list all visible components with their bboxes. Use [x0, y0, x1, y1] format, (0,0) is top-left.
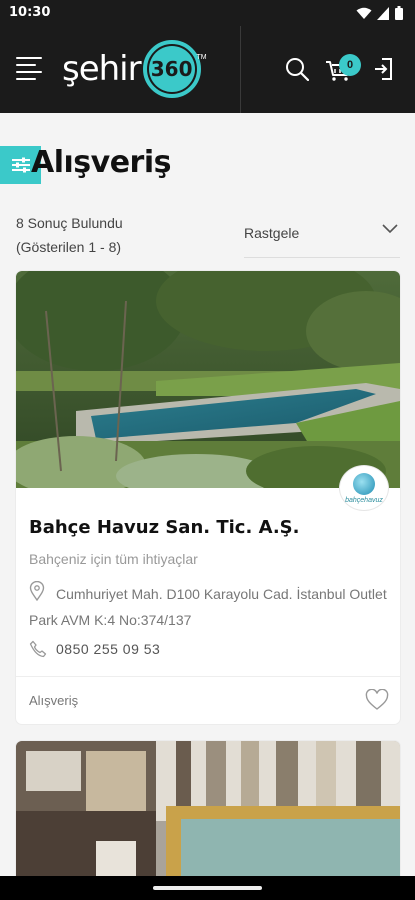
- brand-logo: bahçehavuz: [339, 465, 389, 511]
- battery-icon: [395, 6, 403, 20]
- sort-dropdown[interactable]: Rastgele: [244, 212, 400, 258]
- status-time: 10:30: [9, 5, 51, 20]
- title-row: Alışveriş: [0, 143, 415, 187]
- page-title: Alışveriş: [31, 145, 171, 180]
- business-category: Alışveriş: [29, 693, 79, 708]
- listing-image-shop: [16, 741, 400, 891]
- menu-line: [16, 78, 36, 80]
- app-logo[interactable]: şehir 360 TM: [62, 38, 207, 100]
- listing-card[interactable]: bahçehavuz Bahçe Havuz San. Tic. A.Ş. Ba…: [16, 271, 400, 724]
- wifi-icon: [356, 7, 372, 19]
- home-gesture-pill[interactable]: [153, 886, 262, 890]
- logo-tm: TM: [196, 54, 207, 61]
- logo-word: şehir: [62, 49, 142, 89]
- business-address: Cumhuriyet Mah. D100 Karayolu Cad. İstan…: [29, 586, 387, 628]
- business-phone[interactable]: 0850 255 09 53: [56, 641, 160, 657]
- sort-selected: Rastgele: [244, 225, 300, 241]
- menu-line: [16, 64, 36, 66]
- status-icons: [356, 6, 403, 20]
- search-icon[interactable]: [285, 57, 309, 81]
- business-name[interactable]: Bahçe Havuz San. Tic. A.Ş.: [29, 517, 299, 538]
- status-bar: 10:30: [0, 0, 415, 26]
- results-count: 8 Sonuç Bulundu: [16, 215, 123, 231]
- signal-icon: [377, 6, 389, 20]
- cart-count-badge: 0: [339, 54, 361, 76]
- logo-number: 360: [148, 46, 195, 92]
- menu-line: [16, 57, 42, 59]
- brand-logo-mark: [353, 472, 375, 495]
- pool-garden-image: [16, 271, 400, 488]
- listing-card[interactable]: [16, 741, 400, 891]
- card-footer: Alışveriş: [16, 676, 400, 724]
- business-description: Bahçeniz için tüm ihtiyaçlar: [29, 551, 198, 567]
- system-nav-bar: [0, 876, 415, 900]
- phone-icon: [29, 640, 47, 658]
- brand-logo-text: bahçehavuz: [345, 496, 383, 504]
- menu-button[interactable]: [16, 57, 42, 80]
- menu-line: [16, 71, 42, 73]
- chevron-down-icon: [382, 224, 398, 234]
- results-range: (Gösterilen 1 - 8): [16, 239, 122, 255]
- logo-ring: 360 TM: [142, 40, 207, 98]
- listing-image[interactable]: [16, 271, 400, 488]
- header-divider: [240, 26, 241, 113]
- filter-sliders-icon: [11, 157, 30, 173]
- results-summary: 8 Sonuç Bulundu (Gösterilen 1 - 8): [16, 211, 123, 259]
- app-header: şehir 360 TM 0: [0, 26, 415, 113]
- login-icon[interactable]: [374, 57, 394, 81]
- favorite-heart-icon[interactable]: [365, 689, 389, 711]
